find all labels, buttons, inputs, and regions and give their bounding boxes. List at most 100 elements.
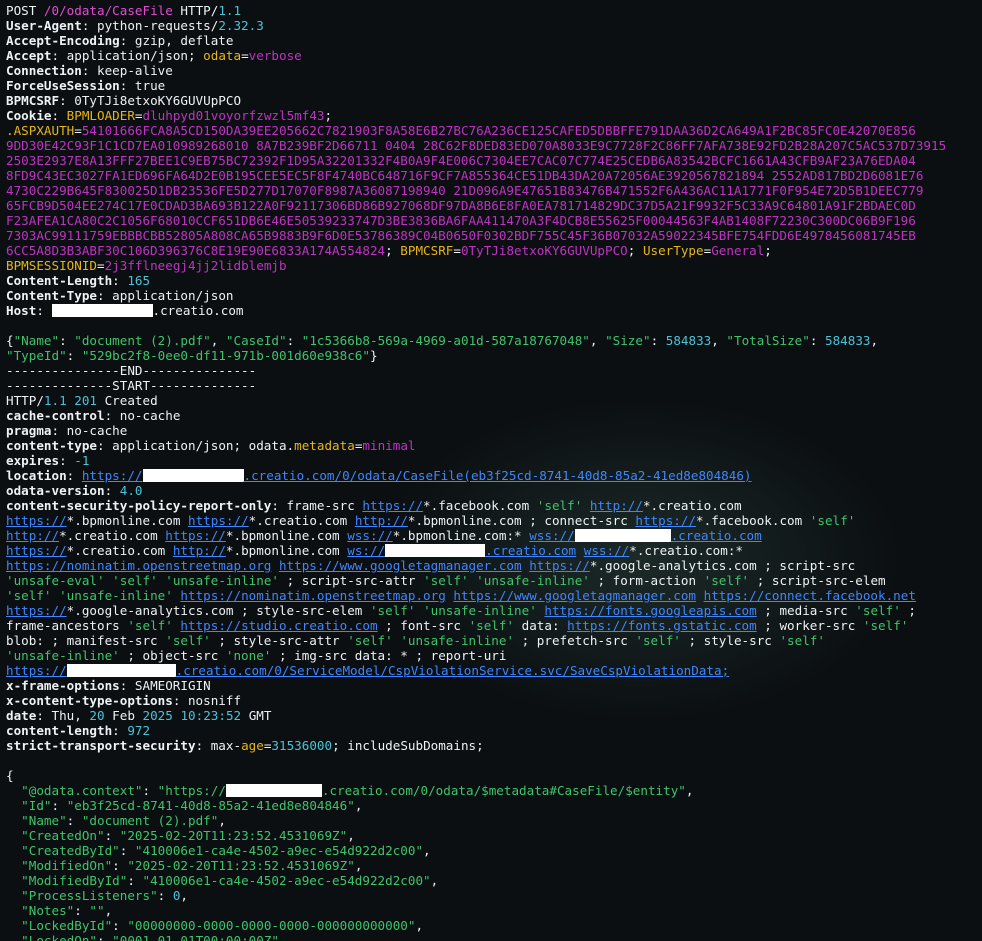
terminal-text: Connection	[6, 63, 82, 78]
terminal-text: "CreatedById"	[21, 843, 120, 858]
redaction-box	[142, 469, 244, 482]
terminal-text: :	[157, 888, 173, 903]
url-link[interactable]: wss://	[584, 543, 630, 558]
terminal-text: ,	[210, 333, 226, 348]
terminal-line: ForceUseSession: true	[6, 78, 982, 93]
url-link[interactable]: .creatio.com/0/odata/CaseFile(eb3f25cd-8…	[244, 468, 752, 483]
terminal-text: GMT	[241, 708, 272, 723]
terminal-text: :	[127, 873, 143, 888]
url-link[interactable]: https://	[6, 513, 67, 528]
url-link[interactable]: https://	[165, 528, 226, 543]
terminal-text: verbose	[248, 48, 302, 63]
terminal-line: "ModifiedOn": "2025-02-20T11:23:52.45310…	[6, 858, 982, 873]
terminal-text: x-frame-options	[6, 678, 120, 693]
terminal-text: Created	[97, 393, 158, 408]
terminal-text: HTTP/	[172, 3, 219, 18]
terminal-text: content-security-policy-report-only	[6, 498, 272, 513]
url-link[interactable]: .creatio.com/0/ServiceModel/CspViolation…	[176, 663, 730, 678]
terminal-line: HTTP/1.1 201 Created	[6, 393, 982, 408]
terminal-text: ;	[764, 243, 772, 258]
terminal-line: "LockedOn": "0001-01-01T00:00:00Z"	[6, 933, 982, 941]
terminal-text: 'self'	[779, 633, 825, 648]
url-link[interactable]: http://	[6, 528, 59, 543]
terminal-text: 'unsafe-inline'	[59, 588, 173, 603]
terminal-line: pragma: no-cache	[6, 423, 982, 438]
url-link[interactable]: https://	[82, 468, 143, 483]
url-link[interactable]: https://	[6, 663, 67, 678]
terminal-text: data:	[514, 618, 568, 633]
url-link[interactable]: .creatio.com	[485, 543, 576, 558]
terminal-line: "TypeId": "529bc2f8-0ee0-df11-971b-001d6…	[6, 348, 982, 363]
url-link[interactable]: .creatio.com	[671, 528, 762, 543]
terminal-text: ; media-src	[756, 603, 856, 618]
terminal-text: /0/odata/CaseFile	[43, 3, 173, 18]
redaction-box	[385, 544, 486, 557]
url-link[interactable]: https://	[362, 498, 423, 513]
url-link[interactable]: https://	[188, 513, 249, 528]
terminal-text: : application/json; odata.	[97, 438, 295, 453]
terminal-line: "Notes": "",	[6, 903, 982, 918]
terminal-text: =	[241, 48, 249, 63]
redaction-box	[225, 784, 322, 797]
url-link[interactable]: https://studio.creatio.com	[180, 618, 377, 633]
terminal-text: ,	[870, 333, 879, 348]
terminal-text: :	[119, 843, 135, 858]
terminal-text: : application/json	[97, 288, 234, 303]
url-link[interactable]: https://fonts.googleapis.com	[544, 603, 756, 618]
terminal-text: frame-ancestors	[6, 618, 128, 633]
url-link[interactable]: https://fonts.gstatic.com	[567, 618, 757, 633]
terminal-text: ; font-src	[377, 618, 469, 633]
url-link[interactable]: wss://	[347, 528, 393, 543]
url-link[interactable]: https://connect.facebook.net	[704, 588, 916, 603]
url-link[interactable]: https://nominatim.openstreetmap.org	[6, 558, 271, 573]
terminal-line: location: https:// .creatio.com/0/odata/C…	[6, 468, 982, 483]
terminal-text: .creatio.com/0/odata/$metadata#CaseFile/…	[321, 783, 686, 798]
url-link[interactable]: wss://	[529, 528, 575, 543]
terminal-text: "document (2).pdf"	[74, 333, 211, 348]
terminal-text: "2025-02-20T11:23:52.4531069Z"	[127, 858, 355, 873]
terminal-line: 'self' 'unsafe-inline' https://nominatim…	[6, 588, 982, 603]
terminal-text: *.creatio.com:*	[629, 543, 743, 558]
terminal-text: *.creatio.com	[59, 528, 166, 543]
terminal-text: ,	[347, 828, 355, 843]
url-link[interactable]: https://	[529, 558, 590, 573]
terminal-line: 9DD30E42C93F1C1CD7EA010989268010 8A7B239…	[6, 138, 982, 153]
terminal-line: User-Agent: python-requests/2.32.3	[6, 18, 982, 33]
url-link[interactable]: https://www.googletagmanager.com	[279, 558, 522, 573]
terminal-text: ,	[430, 873, 439, 888]
terminal-text: ,	[180, 888, 189, 903]
terminal-text: .creatio.com	[152, 303, 244, 318]
terminal-text: =	[453, 243, 461, 258]
terminal-text: : max-	[195, 738, 242, 753]
url-link[interactable]: https://	[6, 603, 67, 618]
terminal-text: *.google-analytics.com ; script-src	[589, 558, 856, 573]
url-link[interactable]: http://	[173, 543, 226, 558]
terminal-line: 'unsafe-eval' 'self' 'unsafe-inline' ; s…	[6, 573, 982, 588]
url-link[interactable]: http://	[355, 513, 408, 528]
terminal-text: :	[66, 813, 82, 828]
terminal-text: "LockedOn"	[21, 933, 97, 941]
terminal-text: : frame-src	[271, 498, 363, 513]
terminal-text: }	[369, 348, 378, 363]
url-link[interactable]: https://nominatim.openstreetmap.org	[180, 588, 445, 603]
url-link[interactable]: ws://	[347, 543, 385, 558]
terminal-line: {	[6, 768, 982, 783]
terminal-text: ""	[89, 903, 105, 918]
terminal-text: 1.1	[43, 393, 67, 408]
terminal-text: : Thu,	[36, 708, 90, 723]
url-link[interactable]: https://www.googletagmanager.com	[453, 588, 696, 603]
terminal-line: "Name": "document (2).pdf",	[6, 813, 982, 828]
terminal-line: 7303AC99111759EBBBCBB52805A808CA65B9883B…	[6, 228, 982, 243]
url-link[interactable]: https://	[635, 513, 696, 528]
terminal-text: date	[6, 708, 37, 723]
terminal-line: content-length: 972	[6, 723, 982, 738]
url-link[interactable]: https://	[6, 543, 67, 558]
terminal-text: 8FD9C43EC3027FA1ED696FA64D2E0B195CEE5EC5…	[6, 168, 924, 183]
terminal-output[interactable]: POST /0/odata/CaseFile HTTP/1.1 User-Agen…	[0, 0, 982, 941]
terminal-text: General	[711, 243, 765, 258]
url-link[interactable]: http://	[590, 498, 643, 513]
terminal-text: :	[74, 903, 90, 918]
